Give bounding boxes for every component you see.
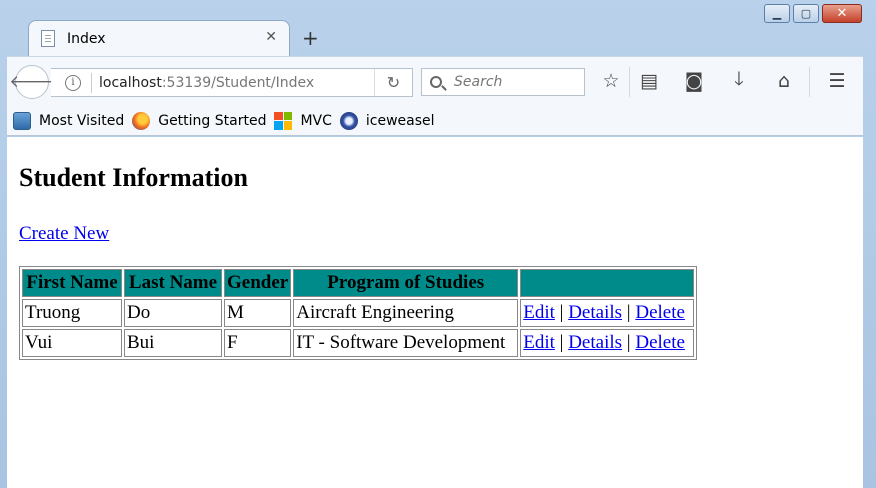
cell-last-name: Do [124, 299, 222, 327]
link-separator: | [559, 302, 564, 323]
cell-actions: Edit | Details | Delete [520, 299, 695, 327]
bookmark-star-icon[interactable]: ☆ [599, 69, 623, 93]
url-path: :53139/Student/Index [161, 74, 315, 91]
cell-gender: F [224, 329, 292, 357]
details-link[interactable]: Details [568, 302, 622, 323]
minimize-button[interactable]: ▁ [764, 4, 790, 23]
bookmark-label: Getting Started [158, 112, 267, 129]
cell-actions: Edit | Details | Delete [520, 329, 695, 357]
create-new-link[interactable]: Create New [19, 223, 109, 245]
column-header-program: Program of Studies [293, 269, 519, 297]
delete-link[interactable]: Delete [635, 332, 685, 353]
edit-link[interactable]: Edit [523, 302, 555, 323]
maximize-button[interactable]: ▢ [793, 4, 819, 23]
info-icon[interactable]: i [65, 74, 81, 91]
new-tab-button[interactable]: + [302, 26, 319, 50]
delete-link[interactable]: Delete [635, 302, 685, 323]
firefox-icon [132, 111, 151, 130]
page-title: Student Information [19, 163, 248, 192]
details-link[interactable]: Details [568, 332, 622, 353]
cell-program: Aircraft Engineering [293, 299, 519, 327]
link-separator: | [626, 302, 631, 323]
tab-title: Index [67, 31, 106, 47]
back-button[interactable]: 🡐 [9, 65, 55, 99]
student-table: First Name Last Name Gender Program of S… [19, 266, 698, 360]
bookmark-mvc[interactable]: MVC [274, 111, 332, 130]
most-visited-icon [13, 111, 31, 130]
url-divider [91, 72, 92, 93]
table-row: Truong Do M Aircraft Engineering Edit | … [22, 299, 695, 327]
bookmark-most-visited[interactable]: Most Visited [13, 111, 125, 130]
window-controls: ▁ ▢ ✕ [764, 4, 862, 23]
cell-program: IT - Software Development [293, 329, 519, 357]
bookmark-label: iceweasel [365, 112, 435, 129]
column-header-last-name: Last Name [124, 269, 222, 297]
toolbar-divider [629, 67, 630, 97]
home-icon[interactable]: ⌂ [772, 69, 796, 93]
navigation-toolbar: 🡐 i localhost:53139/Student/Index ↻ ☆ ▤ … [7, 56, 863, 106]
link-separator: | [559, 332, 564, 353]
column-header-first-name: First Name [22, 269, 122, 297]
url-bar[interactable]: i localhost:53139/Student/Index ↻ [51, 68, 413, 97]
browser-window: ▁ ▢ ✕ Index ✕ + 🡐 i localhost:53139/Stud… [0, 0, 876, 488]
toolbar-divider [809, 67, 810, 97]
edit-link[interactable]: Edit [523, 332, 555, 353]
search-bar[interactable] [421, 68, 585, 96]
cell-first-name: Truong [22, 299, 122, 327]
cell-gender: M [224, 299, 292, 327]
tab-index[interactable]: Index ✕ [28, 20, 290, 56]
pocket-icon[interactable]: ◙ [682, 69, 706, 93]
page-icon [41, 30, 55, 47]
table-row: Vui Bui F IT - Software Development Edit… [22, 329, 695, 357]
table-header-row: First Name Last Name Gender Program of S… [22, 269, 695, 297]
close-tab-icon[interactable]: ✕ [265, 29, 277, 45]
downloads-icon[interactable]: 🡓 [727, 68, 751, 93]
search-icon [430, 76, 442, 88]
page-content: Student Information Create New First Nam… [7, 137, 863, 488]
bookmarks-toolbar: Most Visited Getting Started MVC iceweas… [7, 106, 863, 136]
iceweasel-icon [339, 111, 358, 130]
url-host: localhost [99, 74, 162, 91]
reload-icon[interactable]: ↻ [374, 69, 412, 96]
search-input[interactable] [454, 74, 574, 90]
cell-first-name: Vui [22, 329, 122, 357]
link-separator: | [626, 332, 631, 353]
bookmark-label: Most Visited [39, 112, 125, 129]
column-header-gender: Gender [224, 269, 292, 297]
menu-icon[interactable]: ☰ [825, 69, 849, 93]
bookmark-iceweasel[interactable]: iceweasel [339, 111, 435, 130]
bookmark-getting-started[interactable]: Getting Started [132, 111, 267, 130]
bookmark-label: MVC [300, 112, 332, 129]
reading-list-icon[interactable]: ▤ [637, 69, 661, 93]
cell-last-name: Bui [124, 329, 222, 357]
mvc-icon [274, 111, 293, 130]
column-header-actions [520, 269, 695, 297]
close-window-button[interactable]: ✕ [822, 4, 862, 23]
